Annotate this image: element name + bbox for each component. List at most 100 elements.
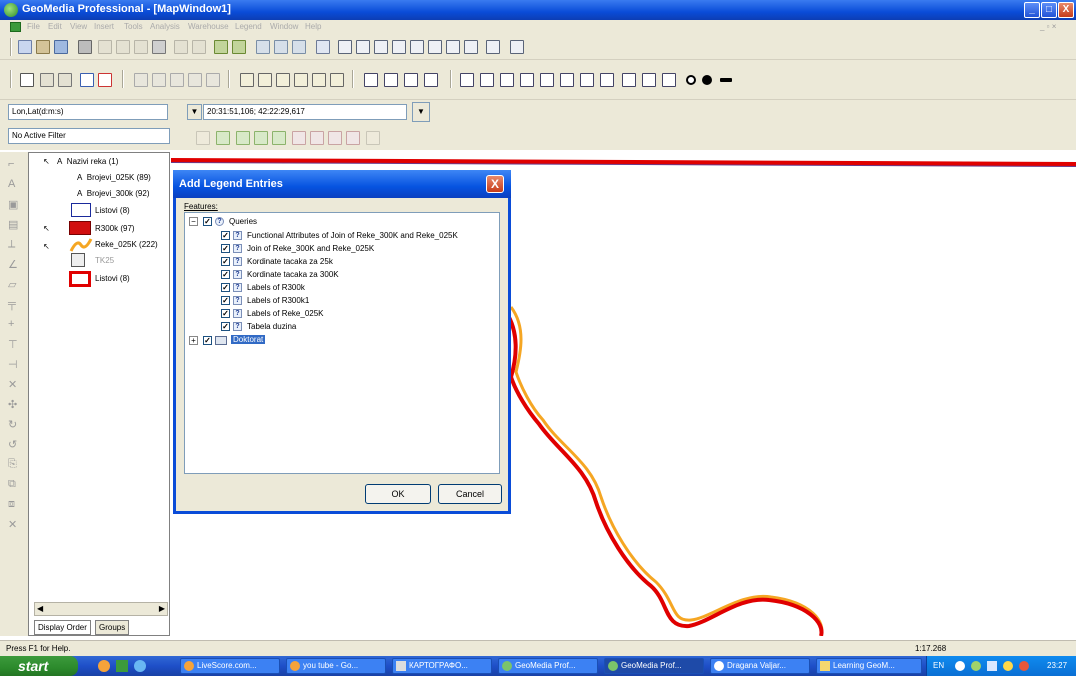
task-livescore[interactable]: LiveScore.com...	[180, 658, 280, 674]
filter-clear-icon[interactable]	[292, 131, 306, 145]
map-window-icon[interactable]	[316, 40, 330, 54]
features-tree[interactable]: − ✓ ? Queries ✓ ? Functional Attributes …	[184, 212, 500, 474]
quicklaunch-app-icon[interactable]	[116, 660, 128, 672]
quicklaunch-browser-icon[interactable]	[98, 660, 110, 672]
trim-tool-icon[interactable]: ⊣	[8, 358, 18, 371]
query-item[interactable]: Kordinate tacaka za 25k	[247, 257, 333, 266]
query-item[interactable]: Tabela duzina	[247, 322, 296, 331]
north-arrow-icon[interactable]	[274, 40, 288, 54]
properties-icon[interactable]	[330, 73, 344, 87]
insert-image-icon[interactable]	[294, 73, 308, 87]
spin-tool-icon[interactable]: ↺	[8, 438, 17, 451]
delete-feature-icon[interactable]	[622, 73, 636, 87]
active-filter-field[interactable]: No Active Filter	[8, 128, 170, 144]
filter-polygon-icon[interactable]	[328, 131, 342, 145]
insert-text-tool-icon[interactable]	[540, 73, 554, 87]
slash-line-icon[interactable]	[642, 73, 656, 87]
filter-add-icon[interactable]	[216, 131, 230, 145]
filter-pointer-icon[interactable]	[366, 131, 380, 145]
label-tool-icon[interactable]: ▣	[8, 198, 18, 211]
menu-edit[interactable]: Edit	[48, 22, 62, 31]
legend-icon[interactable]	[256, 40, 270, 54]
break-line-icon[interactable]	[460, 73, 474, 87]
print-icon[interactable]	[78, 40, 92, 54]
undo-icon[interactable]	[174, 40, 188, 54]
new-icon[interactable]	[18, 40, 32, 54]
angle-tool-icon[interactable]: ∠	[8, 258, 18, 271]
plus-tool-icon[interactable]: +	[8, 318, 14, 330]
draw-polyline-icon[interactable]	[500, 73, 514, 87]
menu-analysis[interactable]: Analysis	[150, 22, 180, 31]
mdi-window-controls[interactable]: _ ▫ ×	[1040, 22, 1056, 31]
merge-tool-icon[interactable]: ⧉	[8, 478, 16, 491]
redo-icon[interactable]	[192, 40, 206, 54]
coordinate-readout-field[interactable]: 20:31:51,106; 42:22:29,617	[203, 104, 407, 120]
chevron-down-icon[interactable]: ▼	[187, 104, 202, 120]
task-youtube[interactable]: you tube - Go...	[286, 658, 386, 674]
buffer-icon[interactable]	[206, 73, 220, 87]
tray-icon[interactable]	[955, 661, 965, 671]
legend-item-brojevi-300k[interactable]: A Brojevi_300k (92)	[77, 189, 150, 198]
coordinate-system-field[interactable]: Lon,Lat(d:m:s)	[8, 104, 168, 120]
task-kartografo[interactable]: КАРТОГРАФО...	[392, 658, 492, 674]
region-tool-icon[interactable]: ▱	[8, 278, 16, 291]
task-geomedia-2[interactable]: GeoMedia Prof...	[604, 658, 704, 674]
previous-view-icon[interactable]	[446, 40, 460, 54]
tray-icon[interactable]	[1019, 661, 1029, 671]
angle-icon[interactable]	[600, 73, 614, 87]
tree-expander[interactable]: +	[189, 336, 198, 345]
query-checkbox[interactable]: ✓	[221, 296, 230, 305]
snap-edge-icon[interactable]	[404, 73, 418, 87]
task-dragana[interactable]: Dragana Valjar...	[710, 658, 810, 674]
select-set-icon[interactable]	[232, 40, 246, 54]
dialog-close-button[interactable]: X	[486, 175, 504, 193]
vertex-tool-icon[interactable]: ⟂	[8, 238, 15, 251]
insert-label-icon[interactable]	[276, 73, 290, 87]
query-item[interactable]: Labels of Reke_025K	[247, 309, 324, 318]
filter-tool-icon[interactable]	[196, 131, 210, 145]
query-item[interactable]: Join of Reke_300K and Reke_025K	[247, 244, 374, 253]
tab-display-order[interactable]: Display Order	[34, 620, 91, 635]
filled-circle-icon[interactable]	[702, 75, 712, 85]
doktorat-checkbox[interactable]: ✓	[203, 336, 212, 345]
select-tool-icon[interactable]	[214, 40, 228, 54]
arc-icon[interactable]	[662, 73, 676, 87]
cut-icon[interactable]	[98, 40, 112, 54]
filter-rect-icon[interactable]	[310, 131, 324, 145]
move-tool-icon[interactable]: ✣	[8, 398, 17, 411]
menu-view[interactable]: View	[70, 22, 87, 31]
snap-icon[interactable]	[364, 73, 378, 87]
legend-item-brojevi-025k[interactable]: A Brojevi_025K (89)	[77, 173, 151, 182]
start-button[interactable]: start	[0, 656, 78, 676]
draw-line-icon[interactable]	[480, 73, 494, 87]
filter-query-icon[interactable]	[236, 131, 250, 145]
query-checkbox[interactable]: ✓	[221, 309, 230, 318]
copy-tool-icon[interactable]: ⎘	[8, 458, 17, 471]
pointer-icon[interactable]	[20, 73, 34, 87]
fit-selected-icon[interactable]	[392, 40, 406, 54]
minimize-button[interactable]: _	[1024, 2, 1040, 18]
draw-polygon-icon[interactable]	[520, 73, 534, 87]
legend-item-tk25[interactable]: TK25	[95, 256, 114, 265]
curve-icon[interactable]	[580, 73, 594, 87]
menu-help[interactable]: Help	[305, 22, 321, 31]
insert-feature-icon[interactable]	[240, 73, 254, 87]
menu-file[interactable]: File	[27, 22, 40, 31]
query-checkbox[interactable]: ✓	[221, 257, 230, 266]
delete-icon[interactable]	[152, 40, 166, 54]
query-item[interactable]: Kordinate tacaka za 300K	[247, 270, 339, 279]
query-item[interactable]: Labels of R300k	[247, 283, 305, 292]
query-checkbox[interactable]: ✓	[221, 244, 230, 253]
menu-legend[interactable]: Legend	[235, 22, 262, 31]
menu-window[interactable]: Window	[270, 22, 298, 31]
maximize-button[interactable]: □	[1041, 2, 1057, 18]
rotate-tool-icon[interactable]: ↻	[8, 418, 17, 431]
snap-vertex-icon[interactable]	[384, 73, 398, 87]
task-geomedia-1[interactable]: GeoMedia Prof...	[498, 658, 598, 674]
save-icon[interactable]	[54, 40, 68, 54]
scale-bar-icon[interactable]	[292, 40, 306, 54]
ok-button[interactable]: OK	[365, 484, 431, 504]
tab-groups[interactable]: Groups	[95, 620, 130, 635]
extend-tool-icon[interactable]: ⊤	[8, 338, 18, 351]
split-tool-icon[interactable]: ⧈	[8, 498, 15, 511]
